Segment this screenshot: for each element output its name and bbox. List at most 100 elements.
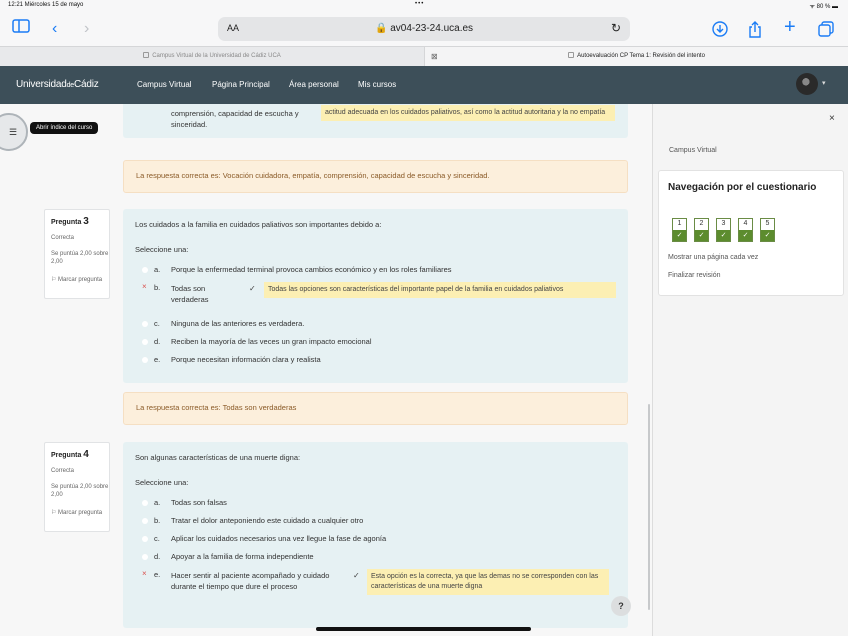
sidebar-icon[interactable] bbox=[12, 18, 30, 40]
question-4-box: Son algunas características de una muert… bbox=[123, 442, 628, 628]
nav-mis-cursos[interactable]: Mis cursos bbox=[358, 80, 396, 89]
flag-question-link[interactable]: ⚐ Marcar pregunta bbox=[51, 276, 109, 284]
radio-button[interactable] bbox=[142, 536, 148, 542]
download-icon[interactable] bbox=[712, 21, 728, 44]
option-text: Hacer sentir al paciente acompañado y cu… bbox=[171, 571, 330, 591]
option-text: Reciben la mayoría de las veces un gran … bbox=[171, 337, 372, 346]
radio-button[interactable] bbox=[142, 357, 148, 363]
option-c[interactable]: c. Aplicar los cuidados necesarios una v… bbox=[135, 534, 615, 546]
logo-text: Cádiz bbox=[74, 79, 99, 90]
correct-check-icon: ✓ bbox=[695, 230, 708, 241]
option-feedback: Esta opción es la correcta, ya que las d… bbox=[367, 569, 609, 595]
option-text: Porque necesitan información clara y rea… bbox=[171, 355, 321, 364]
help-button[interactable]: ? bbox=[611, 596, 631, 616]
radio-button[interactable] bbox=[142, 321, 148, 327]
radio-button[interactable] bbox=[142, 518, 148, 524]
close-icon[interactable]: × bbox=[829, 113, 835, 124]
reload-icon[interactable]: ↻ bbox=[611, 21, 621, 35]
option-c[interactable]: c. Ninguna de las anteriores es verdader… bbox=[135, 319, 615, 331]
option-letter: b. bbox=[154, 283, 161, 292]
radio-button[interactable] bbox=[142, 339, 148, 345]
select-one-prompt: Seleccione una: bbox=[135, 245, 189, 254]
home-indicator[interactable] bbox=[316, 627, 531, 631]
quiz-nav-button-4[interactable]: 4 ✓ bbox=[738, 218, 753, 242]
correct-answer-box: La respuesta correcta es: Vocación cuida… bbox=[123, 160, 628, 193]
logo-text: de bbox=[66, 82, 75, 89]
forward-chevron-icon[interactable]: › bbox=[84, 18, 89, 40]
option-letter: d. bbox=[154, 552, 161, 561]
selected-mark-icon: × bbox=[142, 282, 147, 291]
nav-pagina-principal[interactable]: Página Principal bbox=[212, 80, 270, 89]
question-text: Son algunas características de una muert… bbox=[135, 453, 301, 462]
nav-area-personal[interactable]: Área personal bbox=[289, 80, 339, 89]
quiz-nav-button-5[interactable]: 5 ✓ bbox=[760, 218, 775, 242]
status-time: 12:21 Miércoles 15 de mayo bbox=[8, 2, 84, 8]
option-a[interactable]: a. Porque la enfermedad terminal provoca… bbox=[135, 265, 615, 277]
favicon-icon bbox=[568, 52, 575, 58]
card-title: Navegación por el cuestionario bbox=[668, 182, 817, 193]
option-d[interactable]: d. Reciben la mayoría de las veces un gr… bbox=[135, 337, 615, 349]
site-navbar: UniversidaddeCádiz Campus Virtual Página… bbox=[0, 66, 848, 104]
option-a[interactable]: a. Todas son falsas bbox=[135, 498, 615, 510]
option-b[interactable]: b. Tratar el dolor anteponiendo este cui… bbox=[135, 516, 615, 528]
option-text: Aplicar los cuidados necesarios una vez … bbox=[171, 534, 387, 543]
question-number: Pregunta 4 bbox=[51, 449, 89, 460]
drawer-breadcrumb[interactable]: Campus Virtual bbox=[669, 147, 717, 154]
scrollbar[interactable] bbox=[648, 404, 650, 610]
question-state: Correcta bbox=[51, 468, 75, 474]
option-text: Ninguna de las anteriores es verdadera. bbox=[171, 319, 305, 328]
chevron-down-icon[interactable]: ▾ bbox=[822, 79, 826, 87]
back-chevron-icon[interactable]: ‹ bbox=[52, 18, 57, 40]
question-num: 4 bbox=[83, 449, 89, 460]
option-text: Todas son verdaderas bbox=[171, 284, 209, 304]
quiz-navigation-drawer: × Campus Virtual Navegación por el cuest… bbox=[652, 104, 848, 636]
question-text: Los cuidados a la familia en cuidados pa… bbox=[135, 220, 382, 229]
checkmark-icon: ✓ bbox=[353, 571, 360, 580]
quiz-nav-button-2[interactable]: 2 ✓ bbox=[694, 218, 709, 242]
option-letter: a. bbox=[154, 265, 161, 274]
question-label: Pregunta bbox=[51, 219, 82, 226]
option-e[interactable]: e. Porque necesitan información clara y … bbox=[135, 355, 615, 367]
quiz-review-content: comprensión, capacidad de escucha y sinc… bbox=[0, 104, 652, 636]
button-number: 2 bbox=[699, 220, 704, 227]
course-index-tooltip: Abrir índice del curso bbox=[30, 122, 99, 134]
url-text[interactable]: 🔒 av04-23-24.uca.es bbox=[218, 23, 630, 34]
option-text: Todas son falsas bbox=[171, 498, 227, 507]
button-number: 1 bbox=[677, 220, 682, 227]
show-one-page-link[interactable]: Mostrar una página cada vez bbox=[668, 254, 758, 261]
browser-tabs: Campus Virtual de la Universidad de Cádi… bbox=[0, 46, 848, 66]
share-icon[interactable] bbox=[748, 21, 762, 45]
question-3-box: Los cuidados a la familia en cuidados pa… bbox=[123, 209, 628, 383]
flag-icon: ⚐ bbox=[51, 510, 59, 516]
radio-button[interactable] bbox=[142, 554, 148, 560]
address-bar[interactable]: AA 🔒 av04-23-24.uca.es ↻ bbox=[218, 17, 630, 41]
question-num: 3 bbox=[83, 216, 89, 227]
option-d[interactable]: d. Apoyar a la familia de forma independ… bbox=[135, 552, 615, 564]
radio-button[interactable] bbox=[142, 500, 148, 506]
tab-label: Campus Virtual de la Universidad de Cádi… bbox=[152, 53, 281, 59]
radio-button[interactable] bbox=[142, 267, 148, 273]
avatar[interactable] bbox=[796, 73, 818, 95]
quiz-nav-button-1[interactable]: 1 ✓ bbox=[672, 218, 687, 242]
checkmark-icon: ✓ bbox=[249, 284, 256, 293]
status-bar: 12:21 Miércoles 15 de mayo ••• ᯤ 80 % ▬ bbox=[0, 0, 848, 12]
tab-campus-virtual[interactable]: Campus Virtual de la Universidad de Cádi… bbox=[0, 47, 424, 66]
course-index-toggle[interactable]: ☰ bbox=[0, 113, 28, 151]
finish-review-link[interactable]: Finalizar revisión bbox=[668, 272, 721, 279]
quiz-nav-button-3[interactable]: 3 ✓ bbox=[716, 218, 731, 242]
correct-check-icon: ✓ bbox=[739, 230, 752, 241]
question-number: Pregunta 3 bbox=[51, 216, 89, 227]
question-2-tail: comprensión, capacidad de escucha y sinc… bbox=[123, 104, 628, 138]
tab-overview-icon[interactable] bbox=[818, 21, 834, 44]
close-icon[interactable]: ⊠ bbox=[431, 47, 438, 66]
option-feedback: Todas las opciones son características d… bbox=[264, 282, 616, 298]
flag-question-link[interactable]: ⚐ Marcar pregunta bbox=[51, 509, 109, 517]
multitask-dots[interactable]: ••• bbox=[415, 1, 424, 7]
correct-check-icon: ✓ bbox=[673, 230, 686, 241]
option-letter: c. bbox=[154, 534, 160, 543]
tab-autoevaluacion[interactable]: ⊠ Autoevaluación CP Tema 1: Revisión del… bbox=[424, 47, 848, 66]
site-logo[interactable]: UniversidaddeCádiz bbox=[16, 79, 99, 90]
option-text: comprensión, capacidad de escucha y sinc… bbox=[171, 109, 299, 129]
nav-campus-virtual[interactable]: Campus Virtual bbox=[137, 80, 192, 89]
new-tab-icon[interactable]: + bbox=[784, 16, 796, 38]
